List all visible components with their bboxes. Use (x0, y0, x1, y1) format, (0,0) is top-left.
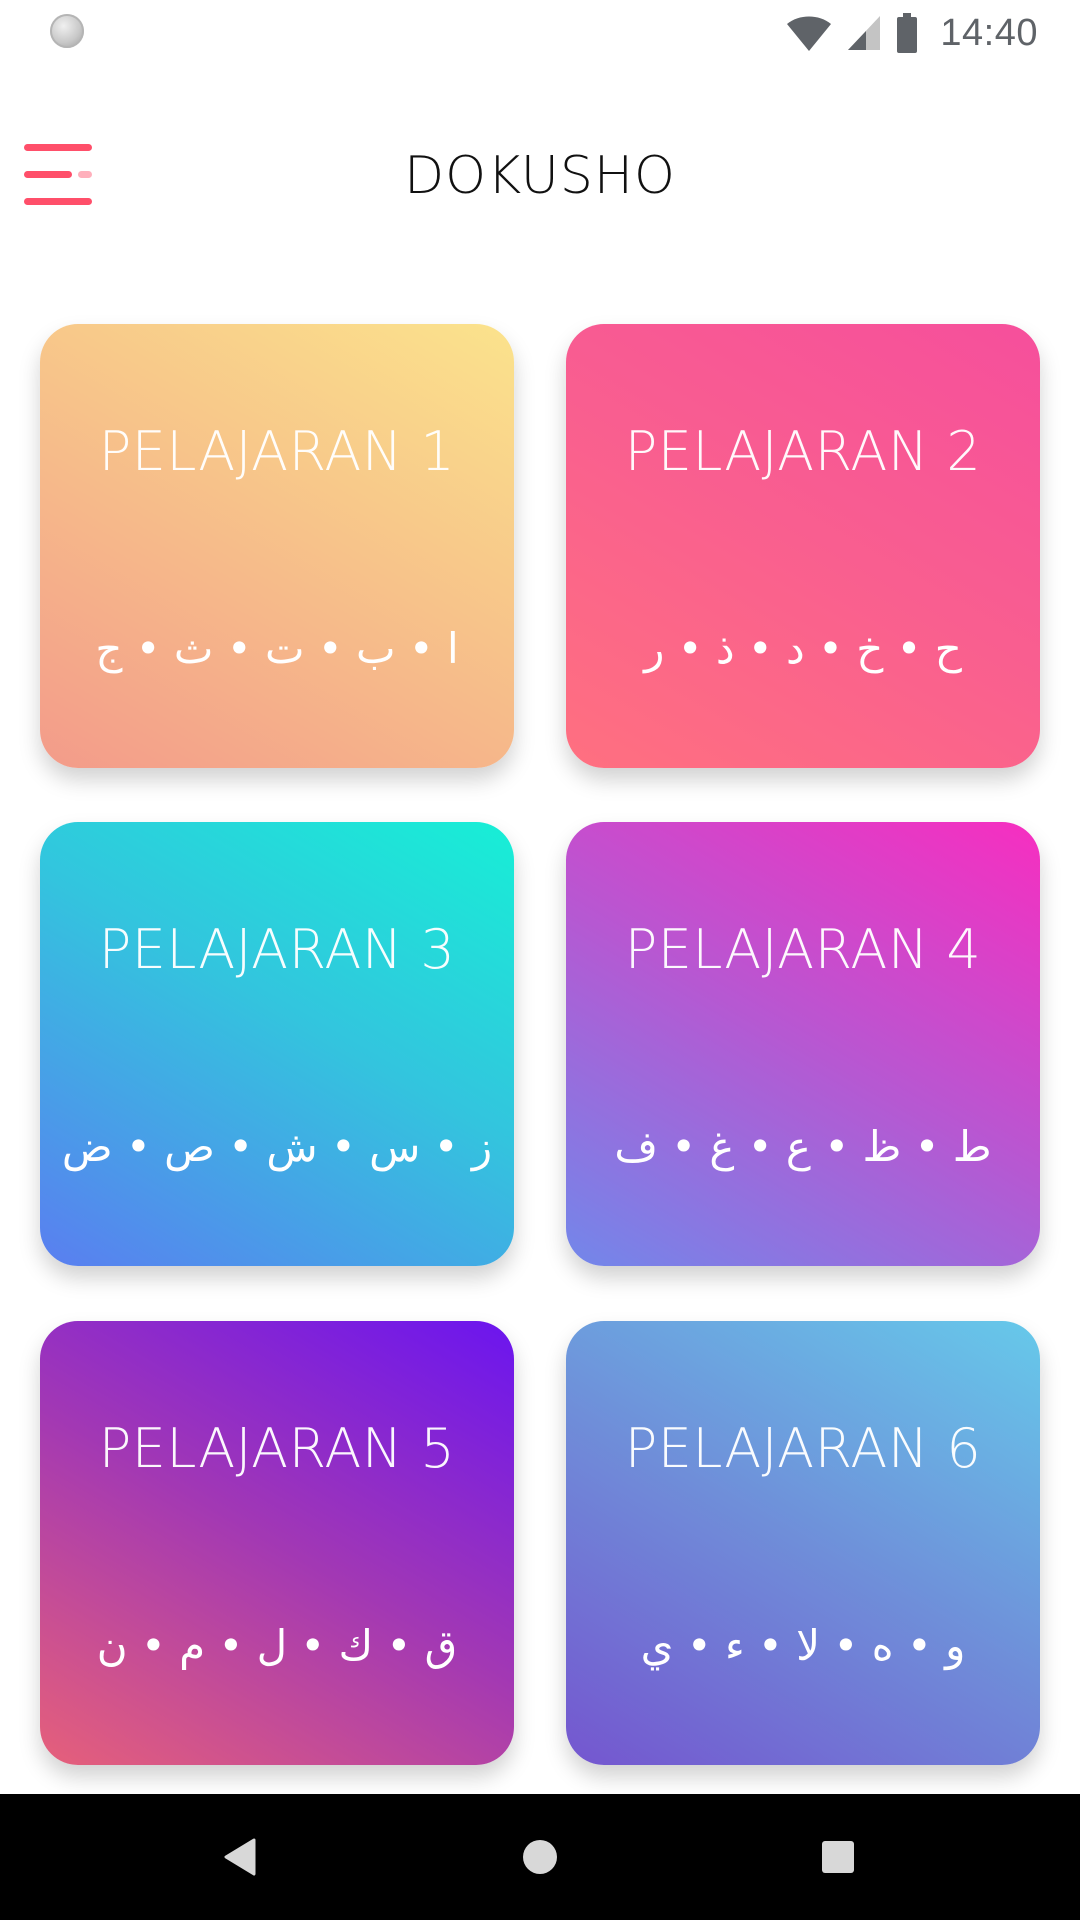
lesson-title: PELAJARAN 1 (98, 420, 456, 483)
lesson-letters: ا • ب • ت • ث • ج (95, 624, 459, 673)
back-button[interactable] (180, 1794, 300, 1920)
lesson-card-4[interactable]: PELAJARAN 4 ط • ظ • ع • غ • ف (566, 822, 1040, 1266)
lesson-card-3[interactable]: PELAJARAN 3 ز • س • ش • ص • ض (40, 822, 514, 1266)
lesson-letters: ط • ظ • ع • غ • ف (614, 1122, 992, 1171)
lesson-letters: ح • خ • د • ذ • ر (644, 624, 962, 673)
back-triangle-icon (224, 1838, 256, 1876)
lesson-card-1[interactable]: PELAJARAN 1 ا • ب • ت • ث • ج (40, 324, 514, 768)
app-title: DOKUSHO (404, 146, 676, 206)
app-bar: DOKUSHO (0, 100, 1080, 250)
lesson-title: PELAJARAN 6 (624, 1417, 982, 1480)
lesson-title: PELAJARAN 2 (624, 420, 982, 483)
app-screen: 14:40 DOKUSHO PELAJARAN 1 ا • ب • ت • ث … (0, 0, 1080, 1920)
cell-signal-icon (848, 16, 881, 50)
lesson-letters: و • ه • لا • ء • ي (640, 1621, 966, 1670)
lesson-title: PELAJARAN 3 (98, 918, 456, 981)
status-bar: 14:40 (0, 0, 1080, 66)
status-time: 14:40 (940, 11, 1038, 54)
home-button[interactable] (480, 1794, 600, 1920)
wifi-icon (787, 16, 832, 51)
lesson-title: PELAJARAN 5 (98, 1417, 456, 1480)
recents-button[interactable] (778, 1794, 898, 1920)
lesson-letters: ق • ك • ل • م • ن (96, 1621, 458, 1670)
recents-square-icon (822, 1841, 854, 1873)
lesson-card-2[interactable]: PELAJARAN 2 ح • خ • د • ذ • ر (566, 324, 1040, 768)
lesson-title: PELAJARAN 4 (624, 918, 982, 981)
battery-icon (897, 13, 918, 53)
status-right-group: 14:40 (786, 10, 1038, 56)
lesson-card-6[interactable]: PELAJARAN 6 و • ه • لا • ء • ي (566, 1321, 1040, 1765)
navigation-bar (0, 1794, 1080, 1920)
lesson-letters: ز • س • ش • ص • ض (61, 1122, 493, 1171)
lesson-card-5[interactable]: PELAJARAN 5 ق • ك • ل • م • ن (40, 1321, 514, 1765)
sync-notification-icon (50, 14, 84, 48)
home-circle-icon (523, 1840, 557, 1874)
